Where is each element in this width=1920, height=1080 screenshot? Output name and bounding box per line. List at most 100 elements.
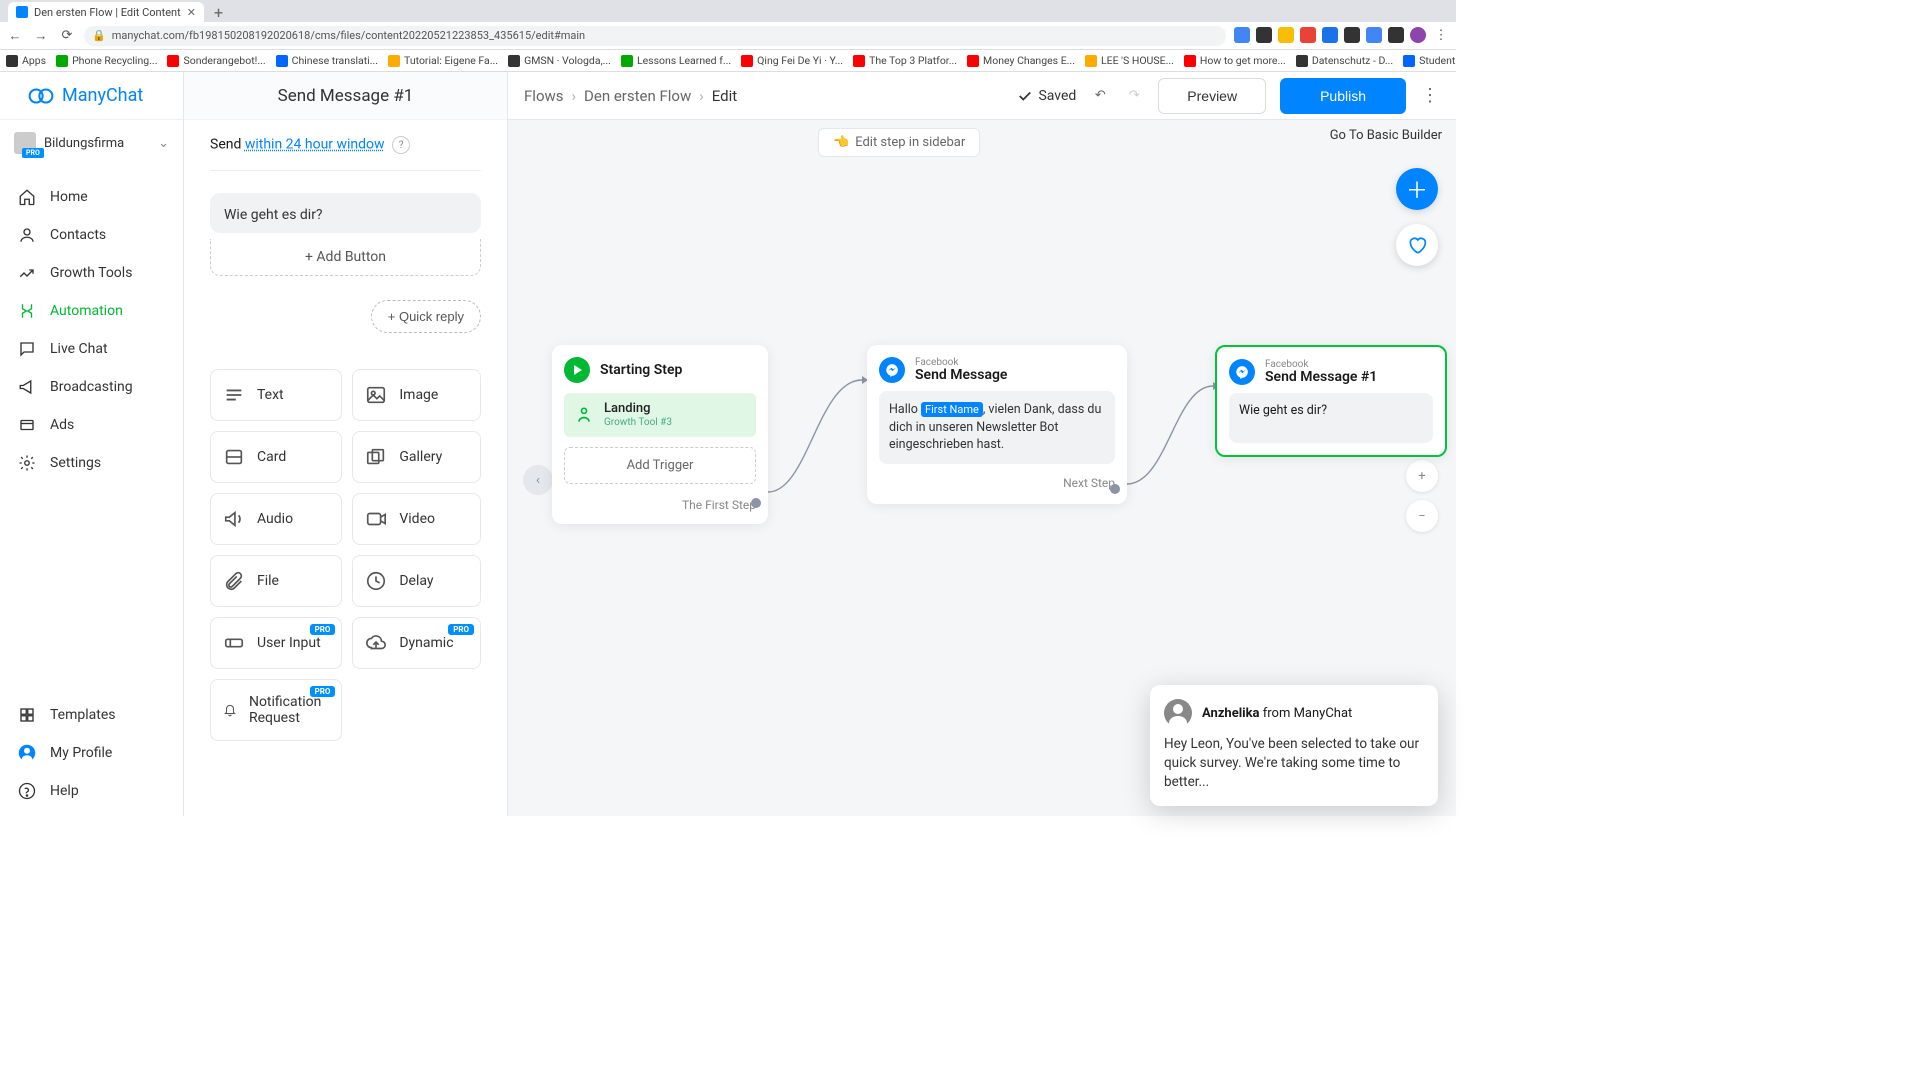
node-send-message[interactable]: FacebookSend Message Hallo First Name, v… (867, 345, 1127, 504)
image-icon (365, 384, 387, 406)
sidebar: ManyChat PRO Bildungsfirma ⌄ Home Contac… (0, 72, 184, 816)
user-input-icon (223, 632, 245, 654)
zoom-out-button[interactable]: − (1406, 500, 1438, 532)
ext-icon[interactable] (1300, 27, 1316, 43)
breadcrumb-flow-name[interactable]: Den ersten Flow (584, 87, 691, 105)
content-type-audio[interactable]: Audio (210, 493, 342, 545)
flow-canvas[interactable]: 👈Edit step in sidebar Go To Basic Builde… (508, 120, 1456, 816)
ext-icon[interactable] (1322, 27, 1338, 43)
contacts-icon (18, 226, 36, 244)
trigger-landing[interactable]: LandingGrowth Tool #3 (564, 393, 756, 437)
first-step-port[interactable]: The First Step (564, 484, 756, 512)
ext-icon[interactable] (1256, 27, 1272, 43)
help-hint-icon[interactable]: ? (392, 136, 410, 154)
content-type-dynamic[interactable]: DynamicPRO (352, 617, 481, 669)
publish-button[interactable]: Publish (1280, 78, 1406, 114)
bookmark-item[interactable]: Qing Fei De Yi · Y... (741, 54, 843, 67)
more-menu[interactable]: ⋮ (1420, 85, 1440, 106)
variable-tag: First Name (921, 402, 983, 417)
reload-button[interactable]: ⟳ (58, 27, 76, 45)
node-send-message-1[interactable]: FacebookSend Message #1 Wie geht es dir? (1215, 345, 1447, 457)
undo-button[interactable]: ↶ (1090, 86, 1110, 106)
sidebar-item-contacts[interactable]: Contacts (0, 216, 183, 254)
ext-menu-icon[interactable] (1388, 27, 1404, 43)
url-text: manychat.com/fb198150208192020618/cms/fi… (112, 29, 585, 42)
bookmark-item[interactable]: Phone Recycling... (56, 54, 157, 67)
pro-badge: PRO (310, 624, 336, 635)
edit-in-sidebar-hint[interactable]: 👈Edit step in sidebar (818, 128, 980, 157)
add-quick-reply-button[interactable]: + Quick reply (371, 300, 481, 333)
profile-icon (18, 744, 36, 762)
sidebar-item-home[interactable]: Home (0, 178, 183, 216)
message-text-input[interactable]: Wie geht es dir? (210, 193, 481, 233)
preview-button[interactable]: Preview (1158, 78, 1266, 114)
sidebar-item-templates[interactable]: Templates (0, 696, 183, 734)
sidebar-item-broadcasting[interactable]: Broadcasting (0, 368, 183, 406)
add-button[interactable]: + Add Button (210, 239, 481, 276)
send-window-link[interactable]: within 24 hour window (245, 137, 385, 153)
sidebar-item-live-chat[interactable]: Live Chat (0, 330, 183, 368)
breadcrumb-flows[interactable]: Flows (524, 87, 564, 105)
ext-icon[interactable] (1344, 27, 1360, 43)
favorite-fab[interactable] (1396, 224, 1438, 266)
profile-avatar[interactable] (1410, 27, 1426, 43)
sidebar-item-settings[interactable]: Settings (0, 444, 183, 482)
next-step-port[interactable]: Next Step (879, 470, 1115, 500)
brand-logo[interactable]: ManyChat (0, 72, 183, 120)
add-step-fab[interactable]: ＋ (1396, 168, 1438, 210)
chrome-menu[interactable]: ⋮ (1432, 27, 1450, 45)
redo-button: ↷ (1124, 86, 1144, 106)
gallery-icon (365, 446, 387, 468)
new-tab-button[interactable]: + (208, 4, 229, 22)
bookmark-item[interactable]: GMSN · Vologda,... (508, 54, 611, 67)
messenger-icon (1229, 359, 1255, 385)
audio-icon (223, 508, 245, 530)
node-starting-step[interactable]: Starting Step LandingGrowth Tool #3 Add … (552, 345, 768, 524)
growth-tools-icon (18, 264, 36, 282)
support-chat-card[interactable]: Anzhelika from ManyChat Hey Leon, You've… (1150, 685, 1438, 806)
ext-icon[interactable] (1234, 27, 1250, 43)
delay-icon (365, 570, 387, 592)
bookmark-item[interactable]: Apps (6, 54, 46, 67)
content-type-user-input[interactable]: User InputPRO (210, 617, 342, 669)
address-bar[interactable]: 🔒 manychat.com/fb198150208192020618/cms/… (84, 26, 1226, 46)
content-type-notification[interactable]: Notification RequestPRO (210, 679, 342, 741)
bookmark-item[interactable]: Lessons Learned f... (621, 54, 731, 67)
messenger-icon (879, 357, 905, 383)
bookmark-item[interactable]: Student Wants a... (1403, 54, 1456, 67)
breadcrumb: Flows › Den ersten Flow › Edit (524, 87, 737, 105)
basic-builder-link[interactable]: Go To Basic Builder (1330, 128, 1442, 143)
content-type-file[interactable]: File (210, 555, 342, 607)
content-type-video[interactable]: Video (352, 493, 481, 545)
bookmark-item[interactable]: Datenschutz - D... (1296, 54, 1393, 67)
content-type-card[interactable]: Card (210, 431, 342, 483)
connector-2 (1127, 416, 1219, 516)
content-type-text[interactable]: Text (210, 369, 342, 421)
zoom-in-button[interactable]: + (1406, 460, 1438, 492)
sidebar-item-automation[interactable]: Automation (0, 292, 183, 330)
bookmark-item[interactable]: Chinese translati... (276, 54, 378, 67)
collapse-panel-button[interactable]: ‹ (523, 465, 553, 495)
sidebar-item-profile[interactable]: My Profile (0, 734, 183, 772)
sidebar-item-help[interactable]: Help (0, 772, 183, 810)
ext-icon[interactable] (1278, 27, 1294, 43)
bookmark-item[interactable]: LEE 'S HOUSE... (1085, 54, 1174, 67)
browser-tab-active[interactable]: Den ersten Flow | Edit Content ✕ (8, 2, 204, 22)
forward-button[interactable]: → (32, 27, 50, 45)
sidebar-item-growth-tools[interactable]: Growth Tools (0, 254, 183, 292)
content-type-gallery[interactable]: Gallery (352, 431, 481, 483)
add-trigger-button[interactable]: Add Trigger (564, 447, 756, 484)
bookmark-item[interactable]: Money Changes E... (967, 54, 1075, 67)
bookmark-item[interactable]: Sonderangebot!... (167, 54, 265, 67)
ext-icon[interactable] (1366, 27, 1382, 43)
browser-toolbar: ← → ⟳ 🔒 manychat.com/fb19815020819202061… (0, 22, 1456, 50)
back-button[interactable]: ← (6, 27, 24, 45)
account-switcher[interactable]: PRO Bildungsfirma ⌄ (10, 126, 173, 160)
content-type-image[interactable]: Image (352, 369, 481, 421)
tab-close-icon[interactable]: ✕ (187, 6, 196, 19)
sidebar-item-ads[interactable]: Ads (0, 406, 183, 444)
bookmark-item[interactable]: The Top 3 Platfor... (853, 54, 957, 67)
bookmark-item[interactable]: Tutorial: Eigene Fa... (388, 54, 498, 67)
content-type-delay[interactable]: Delay (352, 555, 481, 607)
bookmark-item[interactable]: How to get more... (1184, 54, 1286, 67)
